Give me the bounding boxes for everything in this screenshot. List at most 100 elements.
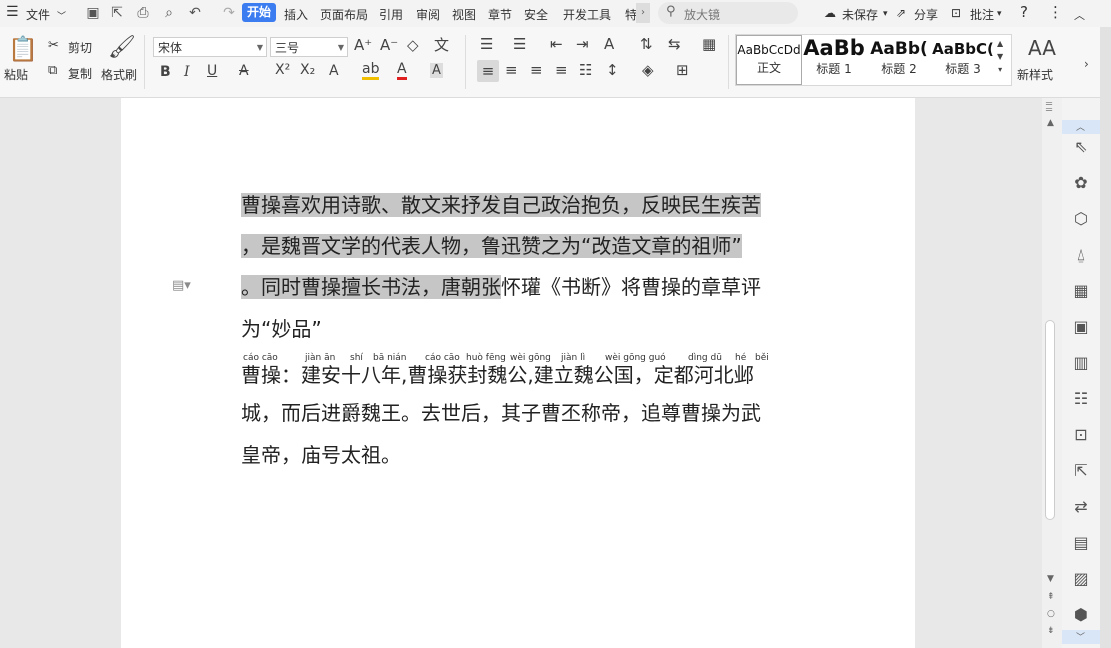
share-button[interactable]: 分享 — [914, 6, 938, 23]
style-heading-1[interactable]: AaBb 标题 1 — [802, 35, 866, 83]
chevron-down-icon[interactable]: ▾ — [883, 9, 888, 19]
font-color-icon[interactable]: A — [397, 61, 407, 80]
new-style-icon[interactable]: AA — [1028, 36, 1056, 60]
paragraph-line[interactable]: 城，而后进爵魏王。去世后，其子曹丕称帝，追尊曹操为武 — [241, 398, 761, 428]
show-marks-icon[interactable]: ⇆ — [668, 35, 681, 53]
justify-icon[interactable]: ≡ — [555, 61, 568, 79]
tab-insert[interactable]: 插入 — [284, 6, 308, 23]
archive-icon[interactable]: ▤ — [1070, 532, 1092, 554]
table-border-icon[interactable]: ▦ — [702, 35, 716, 53]
strikethrough-icon[interactable]: A — [239, 63, 249, 79]
tab-home[interactable]: 开始 — [242, 3, 276, 22]
font-name-select[interactable]: 宋体 ▼ — [153, 37, 267, 57]
chevron-down-icon[interactable]: ﹀ — [1076, 630, 1085, 643]
style-heading-2[interactable]: AaBb( 标题 2 — [867, 35, 931, 83]
chevron-up-icon[interactable]: ︿ — [1076, 120, 1085, 133]
shrink-font-icon[interactable]: A⁻ — [380, 36, 398, 54]
superscript-icon[interactable]: X² — [275, 62, 290, 78]
underline-icon[interactable]: U — [207, 63, 217, 79]
ribbon-scroll-right-icon[interactable]: › — [1084, 57, 1089, 71]
scrollbar-thumb[interactable] — [1045, 320, 1055, 520]
cut-button[interactable]: 剪切 — [68, 39, 92, 56]
align-left-icon[interactable]: ≡ — [477, 60, 499, 82]
grow-font-icon[interactable]: A⁺ — [354, 36, 372, 54]
style-icon[interactable]: ✿ — [1070, 172, 1092, 194]
paragraph-menu-icon[interactable]: ▤▾ — [172, 278, 191, 293]
paragraph-line[interactable]: 为“妙品” — [241, 314, 322, 344]
chevron-down-icon[interactable]: ▾ — [997, 9, 1002, 19]
format-painter-icon[interactable]: 🖌 — [108, 35, 136, 60]
decrease-indent-icon[interactable]: ⇤ — [550, 35, 563, 53]
previous-page-icon[interactable]: ⇞ — [1047, 592, 1055, 602]
save-icon[interactable]: ▣ — [84, 4, 102, 22]
numbered-list-icon[interactable]: ☰ — [513, 35, 526, 53]
borders-icon[interactable]: ⊞ — [676, 61, 689, 79]
style-heading-3[interactable]: AaBbC( 标题 3 — [932, 35, 994, 83]
badge-icon[interactable]: ⬢ — [1070, 604, 1092, 626]
collapse-ribbon-icon[interactable]: ︿ — [1074, 7, 1085, 23]
tab-security[interactable]: 安全 — [524, 6, 548, 23]
image-tool-icon[interactable]: ⊡ — [1070, 424, 1092, 446]
tab-view[interactable]: 视图 — [452, 6, 476, 23]
tab-scroll-right-icon[interactable]: › — [636, 3, 650, 23]
style-gallery-scroll-icon[interactable]: ▲ ▼ ▾ — [997, 37, 1003, 76]
bullet-list-icon[interactable]: ☰ — [480, 35, 493, 53]
distributed-align-icon[interactable]: ☷ — [579, 61, 592, 79]
tab-developer[interactable]: 开发工具 — [563, 6, 611, 23]
bold-icon[interactable]: B — [160, 64, 171, 80]
text-tool-icon[interactable]: ⍙ — [1070, 244, 1092, 266]
tab-review[interactable]: 审阅 — [416, 6, 440, 23]
phonetic-guide-icon[interactable]: 文 — [434, 34, 449, 55]
print-icon[interactable]: ⎙ — [134, 4, 152, 22]
print-preview-icon[interactable]: ⌕ — [160, 4, 178, 22]
select-cursor-icon[interactable]: ⇖ — [1070, 136, 1092, 158]
sort-icon[interactable]: ⇅ — [640, 35, 653, 53]
highlight-icon[interactable]: ab — [362, 61, 380, 80]
export-share-icon[interactable]: ⇱ — [1070, 460, 1092, 482]
paragraph-line[interactable]: ，是魏晋文学的代表人物，鲁迅赞之为“改造文章的祖师” — [241, 231, 742, 261]
chart-icon[interactable]: ▥ — [1070, 352, 1092, 374]
chevron-down-icon[interactable]: ﹀ — [57, 9, 66, 22]
char-shading-icon[interactable]: A — [430, 63, 443, 78]
copy-button[interactable]: 复制 — [68, 65, 92, 82]
italic-icon[interactable]: I — [184, 64, 190, 80]
format-painter-button[interactable]: 格式刷 — [101, 66, 137, 83]
paste-icon[interactable]: 📋 — [8, 35, 38, 63]
text-effect-icon[interactable]: A — [329, 63, 339, 79]
settings-sliders-icon[interactable]: ☷ — [1070, 388, 1092, 410]
paragraph-line[interactable]: 曹操喜欢用诗歌、散文来抒发自己政治抱负，反映民生疾苦 — [241, 190, 761, 220]
layout-grid-icon[interactable]: ▣ — [1070, 316, 1092, 338]
export-icon[interactable]: ⇱ — [108, 4, 126, 22]
scroll-down-icon[interactable]: ▼ — [1047, 574, 1054, 584]
comment-button[interactable]: 批注 — [970, 6, 994, 23]
line-spacing-icon[interactable]: ↕ — [606, 61, 619, 79]
undo-icon[interactable]: ↶ — [186, 4, 204, 22]
next-page-icon[interactable]: ⇟ — [1047, 626, 1055, 636]
paragraph-line[interactable]: 皇帝，庙号太祖。 — [241, 440, 401, 470]
unsaved-status[interactable]: 未保存 — [842, 6, 878, 23]
paragraph-line[interactable]: 曹操：建安十八年,曹操获封魏公,建立魏公国，定都河北邺 — [241, 360, 754, 390]
paste-button[interactable]: 粘贴 — [4, 66, 28, 83]
file-menu[interactable]: 文件 — [26, 6, 50, 23]
increase-indent-icon[interactable]: ⇥ — [576, 35, 589, 53]
align-center-icon[interactable]: ≡ — [505, 61, 518, 79]
tab-references[interactable]: 引用 — [379, 6, 403, 23]
scroll-up-icon[interactable]: ▲ — [1047, 118, 1054, 128]
clear-format-icon[interactable]: ◇ — [407, 36, 419, 54]
picture-icon[interactable]: ▨ — [1070, 568, 1092, 590]
font-size-select[interactable]: 三号 ▼ — [270, 37, 348, 57]
help-icon[interactable]: ? — [1020, 3, 1028, 21]
more-icon[interactable]: ⋮ — [1048, 3, 1063, 21]
hamburger-icon[interactable]: ☰ — [6, 4, 19, 20]
shading-icon[interactable]: ◈ — [642, 61, 654, 79]
align-right-icon[interactable]: ≡ — [530, 61, 543, 79]
translate-icon[interactable]: ⇄ — [1070, 496, 1092, 518]
split-handle-icon[interactable]: ═ ═ — [1046, 100, 1052, 116]
select-browse-icon[interactable]: ○ — [1047, 609, 1055, 619]
search-input[interactable]: ⚲ 放大镜 — [658, 2, 798, 24]
shapes-icon[interactable]: ⬡ — [1070, 208, 1092, 230]
style-normal[interactable]: AaBbCcDd 正文 — [736, 35, 802, 85]
paragraph-line[interactable]: 。同时曹操擅长书法，唐朝张怀瓘《书断》将曹操的章草评 — [241, 272, 761, 302]
tab-chapter[interactable]: 章节 — [488, 6, 512, 23]
text-direction-icon[interactable]: A — [604, 35, 614, 53]
